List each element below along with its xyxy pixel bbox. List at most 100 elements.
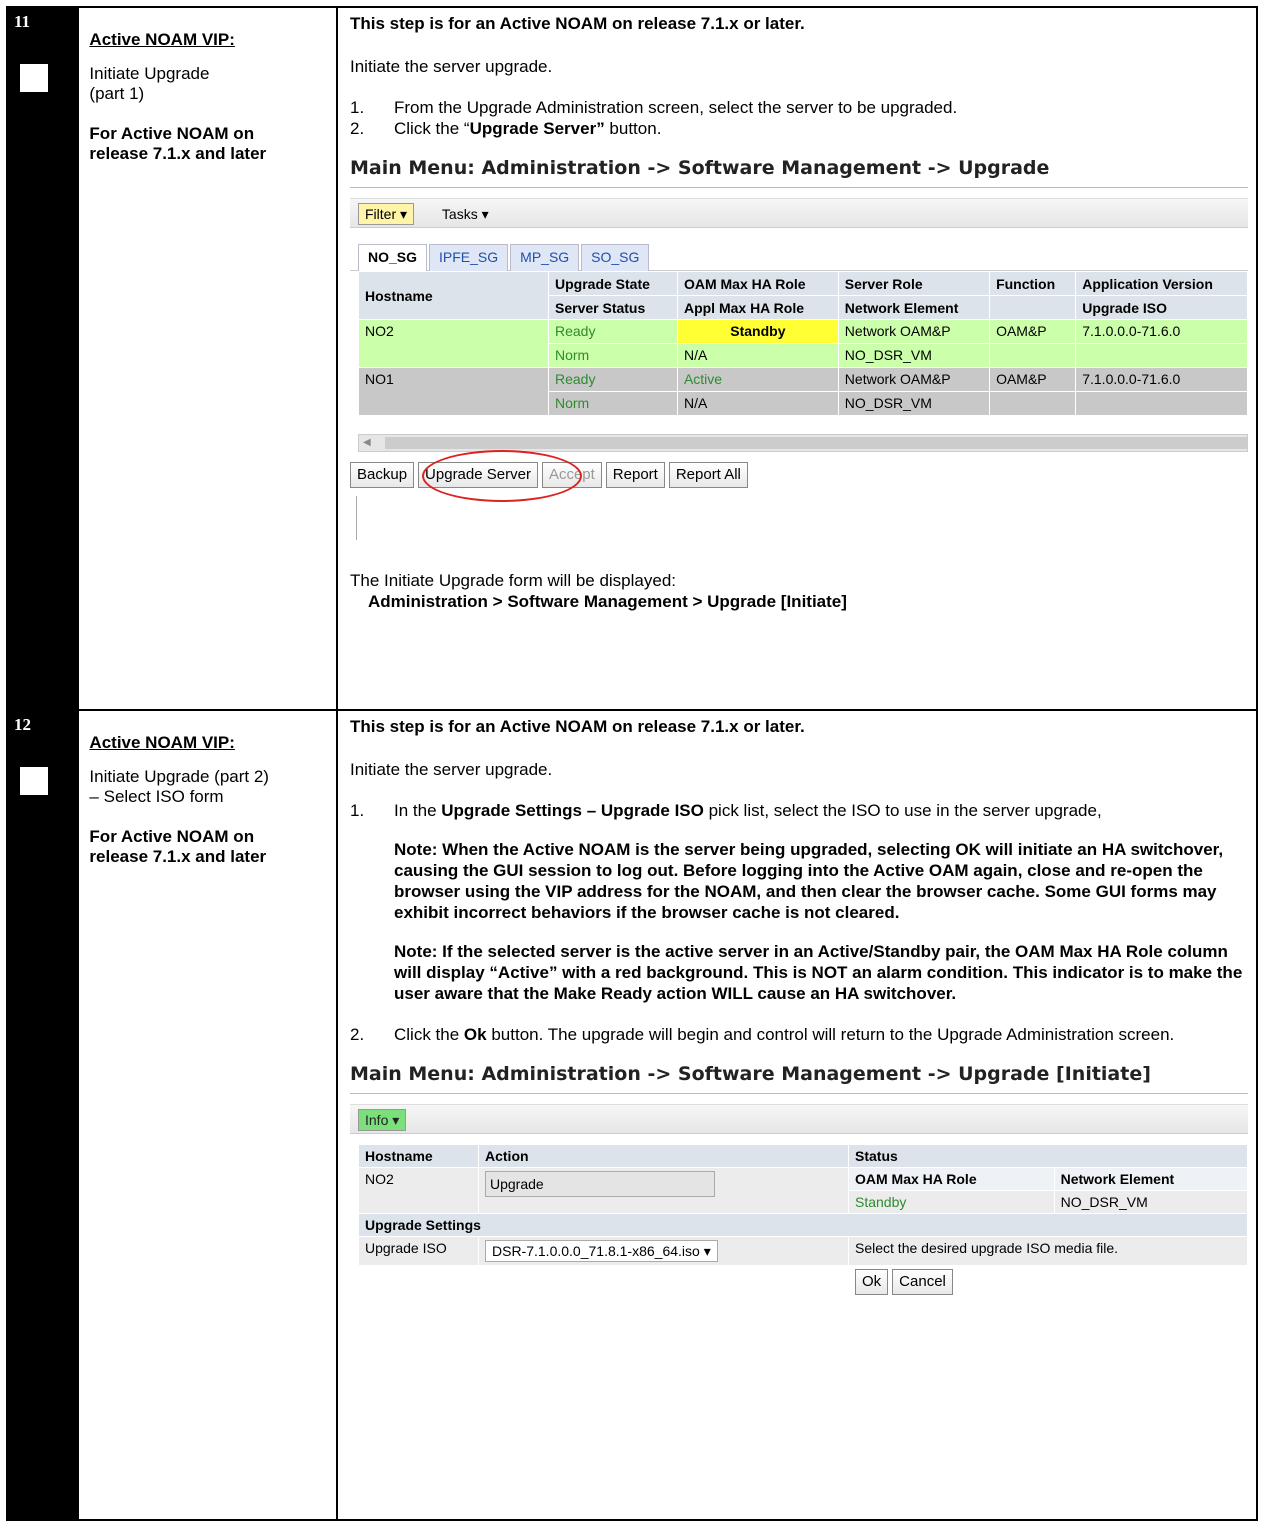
oam-role-cell: Active (676, 367, 839, 392)
tasks-button[interactable]: Tasks ▾ (436, 204, 495, 226)
form-button-row: Ok Cancel (358, 1265, 1248, 1299)
screenshot-menu-title: Main Menu: Administration -> Software Ma… (350, 1063, 1151, 1085)
info-pane (356, 496, 1248, 540)
column-header: Upgrade ISO (1075, 295, 1248, 320)
step-title-line: Initiate Upgrade (89, 64, 210, 83)
form-row: NO2 Upgrade OAM Max HA Role Network Elem… (358, 1167, 1249, 1214)
highlight-ellipse (422, 450, 582, 502)
list-item: 2. Click the “Upgrade Server” button. (350, 119, 662, 138)
footer-text: The Initiate Upgrade form will be displa… (350, 571, 676, 590)
server-role-cell: Network OAM&P (837, 367, 991, 392)
note-text: Note: When the Active NOAM is the server… (394, 840, 1224, 922)
step-title-line: – Select ISO form (89, 787, 224, 806)
hostname-cell: NO2 (358, 1167, 479, 1214)
appl-role-cell: N/A (676, 343, 839, 368)
step-intro: Initiate the server upgrade. (350, 57, 553, 76)
scroll-left-icon[interactable]: ◀ (363, 435, 371, 451)
table-header-row: Hostname Upgrade State OAM Max HA Role S… (358, 271, 1248, 320)
form-row: Upgrade ISO DSR-7.1.0.0.0_71.8.1-x86_64.… (358, 1236, 1248, 1266)
step-checkbox[interactable] (20, 767, 48, 795)
server-status-cell: Norm (548, 391, 678, 416)
column-header: Network Element (837, 295, 991, 320)
step-title-line: Initiate Upgrade (part 2) (89, 767, 269, 786)
step-title-bold: For Active NOAM on release 7.1.x and late… (89, 124, 267, 163)
spacer (358, 1265, 849, 1299)
tab-no-sg[interactable]: NO_SG (358, 244, 428, 271)
step-title-bold: For Active NOAM on release 7.1.x and late… (89, 827, 267, 866)
step-list: 1. In the Upgrade Settings – Upgrade ISO … (350, 800, 1248, 1045)
upgrade-iso-cell (1075, 343, 1248, 368)
server-role-cell: Network OAM&P (837, 319, 991, 344)
form-buttons: Ok Cancel (848, 1265, 1248, 1299)
info-button[interactable]: Info ▾ (358, 1109, 407, 1131)
step-11-row: 11 Active NOAM VIP: Initiate Upgrade (pa… (5, 6, 1258, 711)
column-header (989, 295, 1077, 320)
upgrade-state-cell: Ready (548, 367, 678, 392)
function-cell: OAM&P (989, 319, 1077, 344)
step-12-row: 12 Active NOAM VIP: Initiate Upgrade (pa… (5, 709, 1258, 1521)
step-12-body-cell: This step is for an Active NOAM on relea… (336, 709, 1258, 1521)
form-header-row: Hostname Action Status (358, 1144, 1248, 1168)
note-text: Note: If the selected server is the acti… (394, 942, 1243, 1003)
step-title-head: Active NOAM VIP: (89, 733, 235, 752)
upgrade-state-cell: Ready (548, 319, 678, 344)
action-field[interactable]: Upgrade (485, 1171, 715, 1197)
network-element-cell: NO_DSR_VM (837, 391, 991, 416)
version-cell: 7.1.0.0.0-71.6.0 (1075, 367, 1248, 392)
status-subheader: OAM Max HA Role (848, 1167, 1055, 1191)
column-header: Hostname (358, 271, 549, 320)
list-item: 1. From the Upgrade Administration screen… (350, 98, 958, 117)
hostname-cell: NO1 (358, 367, 549, 416)
step-11-title-cell: Active NOAM VIP: Initiate Upgrade (part … (77, 6, 338, 711)
screenshot-menu-title: Main Menu: Administration -> Software Ma… (350, 157, 1050, 179)
step-heading: This step is for an Active NOAM on relea… (350, 14, 805, 33)
column-header: OAM Max HA Role (676, 271, 839, 296)
iso-help: Select the desired upgrade ISO media fil… (848, 1236, 1248, 1266)
list-item: 2. Click the Ok button. The upgrade will … (350, 1025, 1175, 1044)
action-cell: Upgrade (478, 1167, 849, 1214)
empty-cell (989, 343, 1077, 368)
backup-button[interactable]: Backup (350, 462, 415, 488)
upgrade-table: Hostname Upgrade State OAM Max HA Role S… (358, 271, 1248, 416)
step-checkbox[interactable] (20, 64, 48, 92)
form-header-row: Upgrade Settings (358, 1213, 1248, 1237)
tab-so-sg[interactable]: SO_SG (581, 244, 650, 271)
cancel-button[interactable]: Cancel (892, 1269, 953, 1295)
report-all-button[interactable]: Report All (668, 462, 748, 488)
table-row[interactable]: NO1 Ready Active Network OAM&P OAM&P 7.1… (358, 367, 1248, 416)
column-header: Status (848, 1144, 1248, 1168)
filter-button[interactable]: Filter ▾ (358, 203, 415, 225)
empty-cell (989, 391, 1077, 416)
report-button[interactable]: Report (605, 462, 665, 488)
status-subheader: Network Element (1053, 1167, 1249, 1191)
column-header: Application Version (1075, 271, 1248, 296)
tab-mp-sg[interactable]: MP_SG (510, 244, 580, 271)
step-list: 1. From the Upgrade Administration screen… (350, 97, 1248, 139)
oam-role-cell: Standby (848, 1190, 1055, 1214)
footer-path: Administration > Software Management > U… (368, 592, 847, 611)
iso-label: Upgrade ISO (358, 1236, 479, 1266)
column-header: Appl Max HA Role (676, 295, 839, 320)
table-row[interactable]: NO2 Ready Standby Network OAM&P OAM&P 7.… (358, 319, 1248, 368)
iso-cell: DSR-7.1.0.0.0_71.8.1-x86_64.iso ▾ (478, 1236, 849, 1266)
scroll-thumb[interactable] (385, 437, 1247, 449)
hostname-cell: NO2 (358, 319, 549, 368)
server-group-tabs: NO_SG IPFE_SG MP_SG SO_SG (350, 244, 1248, 271)
step-11-body-cell: This step is for an Active NOAM on relea… (336, 6, 1258, 711)
function-cell: OAM&P (989, 367, 1077, 392)
oam-role-cell: Standby (676, 319, 839, 344)
ok-button[interactable]: Ok (855, 1269, 889, 1295)
procedure-table: 11 Active NOAM VIP: Initiate Upgrade (pa… (5, 6, 1258, 1521)
toolbar: Info ▾ (350, 1104, 1248, 1134)
list-item: 1. In the Upgrade Settings – Upgrade ISO … (350, 800, 1248, 1004)
server-status-cell: Norm (548, 343, 678, 368)
tab-ipfe-sg[interactable]: IPFE_SG (429, 244, 509, 271)
step-12-title-cell: Active NOAM VIP: Initiate Upgrade (part … (77, 709, 338, 1521)
section-header: Upgrade Settings (358, 1213, 1248, 1237)
upgrade-iso-cell (1075, 391, 1248, 416)
step-number: 12 (14, 715, 31, 734)
step-11-number-cell: 11 (5, 6, 80, 711)
action-buttons: Backup Upgrade Server Accept Report Report A… (350, 450, 1248, 502)
step-title-head: Active NOAM VIP: (89, 30, 235, 49)
iso-select[interactable]: DSR-7.1.0.0.0_71.8.1-x86_64.iso ▾ (485, 1240, 718, 1262)
